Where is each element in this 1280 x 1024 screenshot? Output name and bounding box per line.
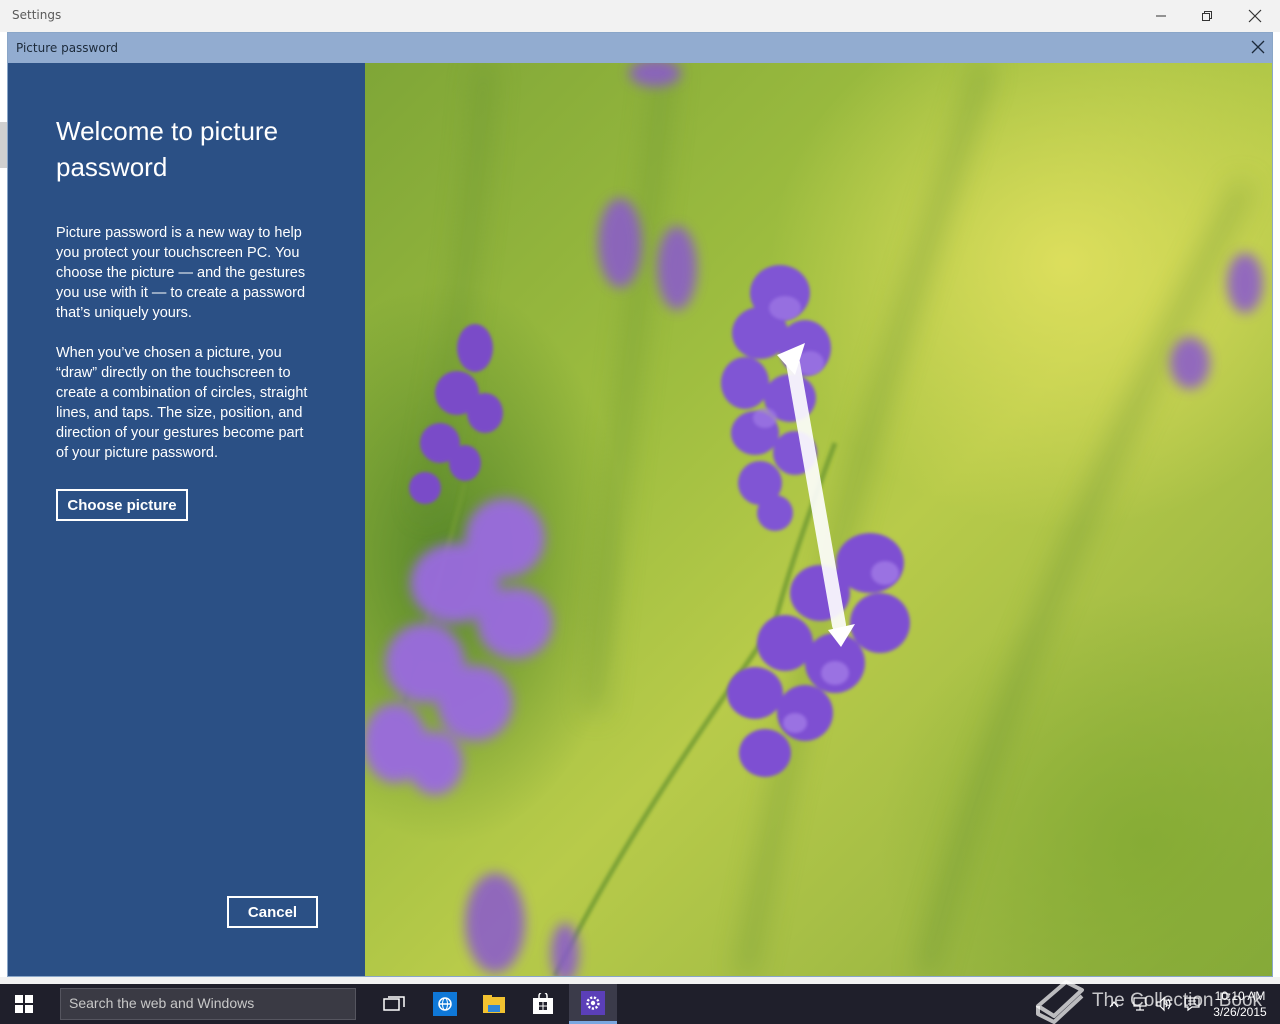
minimize-icon	[1156, 15, 1166, 17]
close-icon	[1251, 40, 1265, 54]
settings-button[interactable]	[569, 984, 617, 1024]
lavender-picture	[365, 63, 1272, 976]
watermark-text: The Collection Book	[1092, 990, 1263, 1011]
file-explorer-button[interactable]	[470, 984, 518, 1024]
minimize-button[interactable]	[1138, 0, 1184, 32]
instructions-paragraph: When you’ve chosen a picture, you “draw”…	[56, 345, 308, 461]
dialog-title: Picture password	[16, 41, 119, 55]
lavender-illustration	[365, 63, 1263, 976]
windows-logo-icon	[15, 995, 33, 1013]
restore-icon	[1202, 11, 1212, 21]
close-icon	[1248, 9, 1262, 23]
cancel-button[interactable]: Cancel	[227, 896, 318, 928]
task-view-button[interactable]	[370, 984, 418, 1024]
search-input[interactable]: Search the web and Windows	[60, 988, 356, 1020]
close-window-button[interactable]	[1232, 0, 1278, 32]
choose-picture-button[interactable]: Choose picture	[56, 489, 188, 521]
store-button[interactable]	[519, 984, 567, 1024]
settings-titlebar: Settings	[0, 0, 1280, 32]
intro-paragraph: Picture password is a new way to help yo…	[56, 225, 306, 321]
picture-password-dialog: Picture password Welcome to picture pass…	[7, 32, 1273, 977]
page-title: Welcome to picture password	[56, 116, 279, 182]
book-logo-icon	[1036, 980, 1084, 1024]
dialog-close-button[interactable]	[1244, 33, 1272, 61]
search-placeholder: Search the web and Windows	[69, 995, 255, 1011]
store-icon	[533, 993, 553, 1014]
settings-icon	[581, 990, 605, 1015]
taskbar: Search the web and Windows 10:10 AM 3/26…	[0, 984, 1280, 1024]
internet-explorer-icon	[433, 992, 457, 1016]
task-view-icon	[383, 996, 405, 1011]
internet-explorer-button[interactable]	[421, 984, 469, 1024]
start-button[interactable]	[0, 984, 48, 1024]
intro-pane: Welcome to picture password Picture pass…	[8, 63, 365, 976]
window-title: Settings	[12, 8, 62, 22]
dialog-titlebar: Picture password	[8, 33, 1272, 63]
restore-button[interactable]	[1184, 0, 1230, 32]
settings-background-right	[1272, 32, 1280, 977]
file-explorer-icon	[483, 995, 505, 1013]
